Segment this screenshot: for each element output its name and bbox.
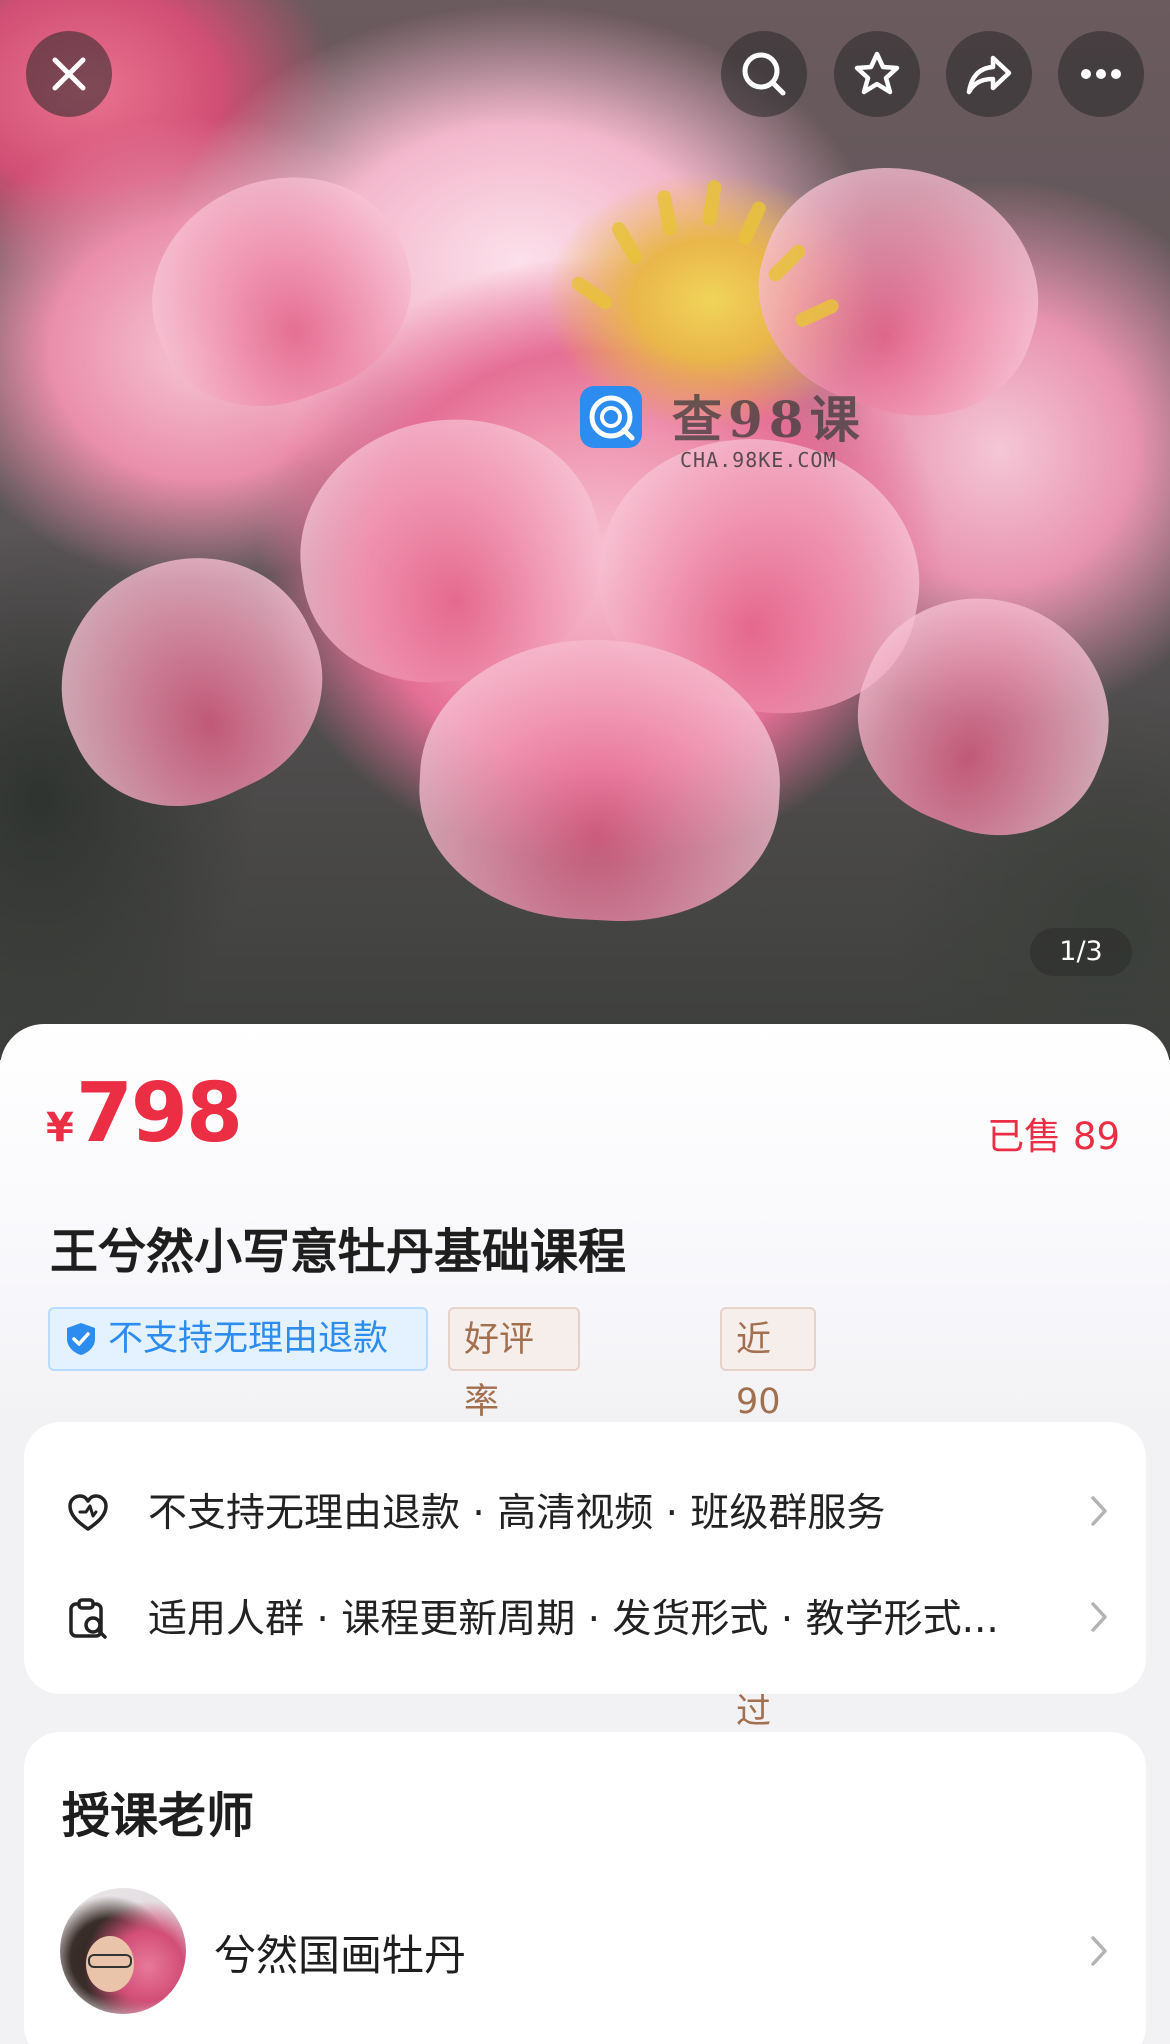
service-row-guarantee[interactable]: 不支持无理由退款 · 高清视频 · 班级群服务	[24, 1452, 1146, 1570]
chevron-right-icon	[1091, 1496, 1107, 1526]
product-title: 王兮然小写意牡丹基础课程	[50, 1224, 627, 1280]
share-button[interactable]	[946, 31, 1032, 117]
share-icon	[966, 55, 1012, 95]
stamen-shape	[609, 219, 645, 267]
tag-label: 不支持无理由退款	[108, 1319, 389, 1359]
tag-rating[interactable]: 好评率100%	[448, 1307, 581, 1484]
more-icon	[1081, 69, 1121, 79]
service-row-text: 不支持无理由退款 · 高清视频 · 班级群服务	[148, 1491, 886, 1536]
teacher-avatar[interactable]	[60, 1888, 186, 2014]
teacher-card: 授课老师 兮然国画牡丹	[24, 1732, 1146, 2044]
chevron-right-icon[interactable]	[1088, 1934, 1110, 1968]
stamen-shape	[701, 179, 723, 227]
service-card: 不支持无理由退款 · 高清视频 · 班级群服务 适用人群 · 课程更新周期 · …	[24, 1422, 1146, 1694]
teacher-name[interactable]: 兮然国画牡丹	[214, 1922, 466, 1983]
shield-check-icon	[67, 1323, 95, 1355]
clipboard-search-icon	[69, 1598, 107, 1639]
close-button[interactable]	[26, 31, 112, 117]
petal-shape	[120, 142, 440, 438]
search-button[interactable]	[721, 31, 807, 117]
price: ¥ 798	[46, 1066, 243, 1161]
watermark: 查98课 CHA.98KE.COM	[580, 380, 900, 480]
service-row-text: 适用人群 · 课程更新周期 · 发货形式 · 教学形式...	[148, 1597, 999, 1642]
search-icon	[742, 52, 786, 96]
sold-count: 已售 89	[987, 1115, 1120, 1158]
image-counter: 1/3	[1030, 928, 1132, 976]
more-button[interactable]	[1058, 31, 1144, 117]
watermark-title: 查98课	[672, 390, 866, 449]
chevron-right-icon	[1091, 1602, 1107, 1632]
heart-shield-icon	[68, 1494, 108, 1531]
product-image[interactable]: 查98课 CHA.98KE.COM 1/3	[0, 0, 1170, 1060]
currency-symbol: ¥	[46, 1105, 74, 1151]
tag-visitors[interactable]: 近90天2千+人逛过	[720, 1307, 817, 1732]
stamen-shape	[735, 199, 769, 247]
product-info-card: ¥ 798 已售 89 王兮然小写意牡丹基础课程 不支持无理由退款 好评率100…	[0, 1024, 1170, 1732]
watermark-logo-icon	[580, 386, 642, 448]
avatar-glasses-shape	[88, 1954, 132, 1968]
service-row-details[interactable]: 适用人群 · 课程更新周期 · 发货形式 · 教学形式...	[24, 1558, 1146, 1676]
favorite-button[interactable]	[834, 31, 920, 117]
star-icon	[854, 51, 900, 95]
tag-refund-policy[interactable]: 不支持无理由退款	[48, 1307, 428, 1371]
teacher-section-title: 授课老师	[62, 1788, 255, 1844]
close-icon	[52, 57, 86, 91]
price-value: 798	[75, 1066, 243, 1161]
stamen-shape	[656, 189, 678, 237]
watermark-url: CHA.98KE.COM	[680, 448, 837, 472]
stamen-shape	[569, 274, 615, 312]
